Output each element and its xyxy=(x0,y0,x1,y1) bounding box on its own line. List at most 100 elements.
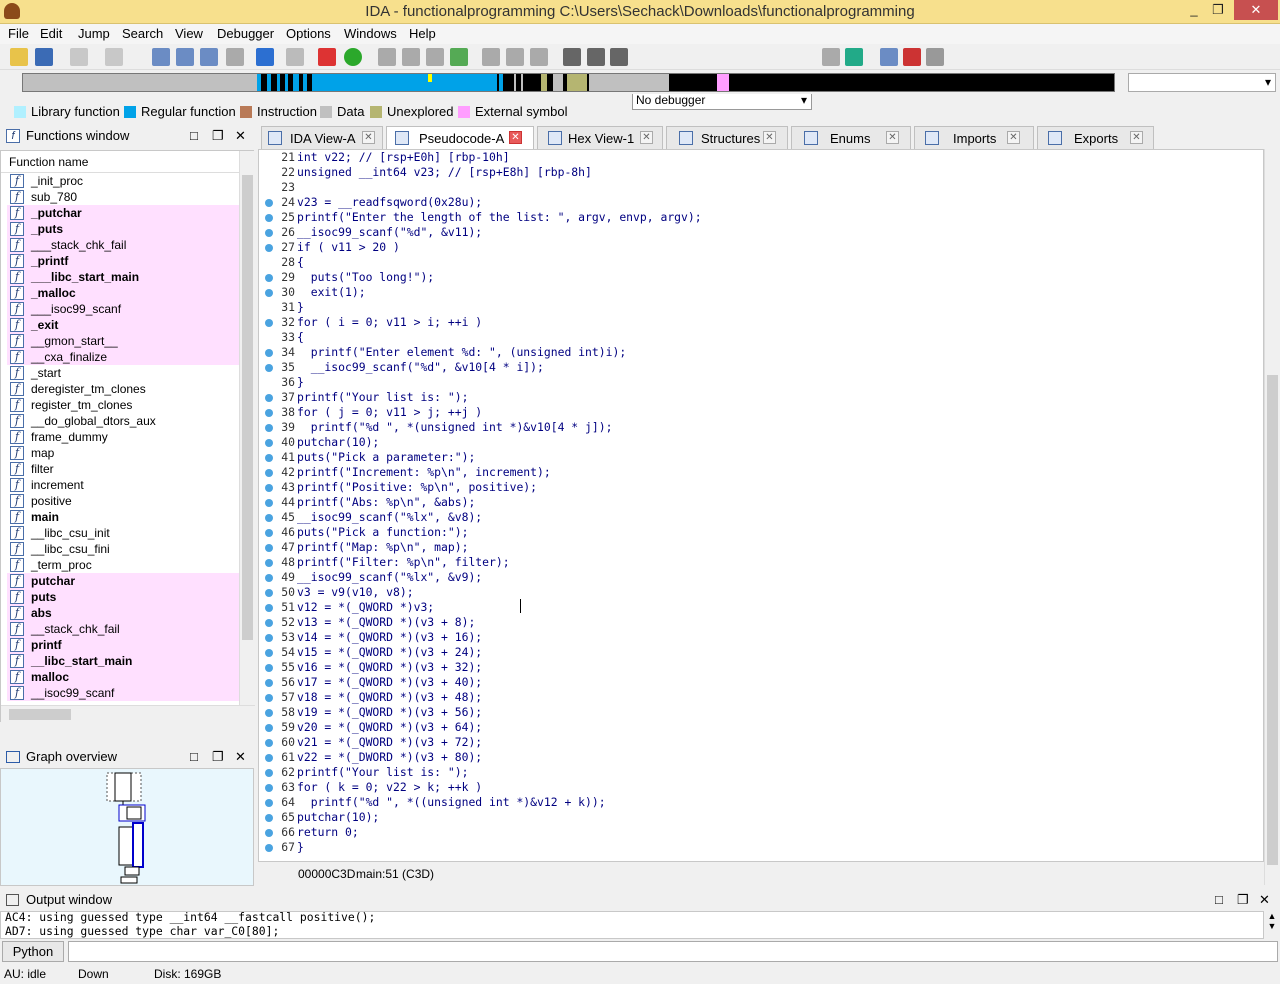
code-line[interactable]: 35 __isoc99_scanf("%d", &v10[4 * i]); xyxy=(259,360,1259,375)
code-line[interactable]: 50 v3 = v9(v10, v8); xyxy=(259,585,1259,600)
code-line[interactable]: 48 printf("Filter: %p\n", filter); xyxy=(259,555,1259,570)
float-icon[interactable]: □ xyxy=(190,746,198,768)
code-line[interactable]: 58 v19 = *(_QWORD *)(v3 + 56); xyxy=(259,705,1259,720)
add-icon[interactable] xyxy=(450,48,468,66)
breakpoint-dot-icon[interactable] xyxy=(265,409,273,417)
code-line[interactable]: 60 v21 = *(_QWORD *)(v3 + 72); xyxy=(259,735,1259,750)
function-row[interactable]: f frame_dummy xyxy=(7,429,239,445)
output-scroll[interactable]: ▲ ▼ xyxy=(1264,911,1280,939)
code-line[interactable]: 41 puts("Pick a parameter:"); xyxy=(259,450,1259,465)
breakpoint-dot-icon[interactable] xyxy=(265,784,273,792)
tab-enums[interactable]: Enums ✕ xyxy=(791,126,911,149)
code-line[interactable]: 47 printf("Map: %p\n", map); xyxy=(259,540,1259,555)
code-line[interactable]: 55 v16 = *(_QWORD *)(v3 + 32); xyxy=(259,660,1259,675)
code-line[interactable]: 28{ xyxy=(259,255,1259,270)
function-row[interactable]: f __libc_start_main xyxy=(7,653,239,669)
code-line[interactable]: 30 exit(1); xyxy=(259,285,1259,300)
function-row[interactable]: f ___stack_chk_fail xyxy=(7,237,239,253)
breakpoint-dot-icon[interactable] xyxy=(265,709,273,717)
code-line[interactable]: 24 v23 = __readfsqword(0x28u); xyxy=(259,195,1259,210)
breakpoint-dot-icon[interactable] xyxy=(265,589,273,597)
breakpoint-dot-icon[interactable] xyxy=(265,754,273,762)
breakpoint-dot-icon[interactable] xyxy=(265,484,273,492)
function-row[interactable]: f _init_proc xyxy=(7,173,239,189)
function-row[interactable]: f main xyxy=(7,509,239,525)
code-line[interactable]: 33{ xyxy=(259,330,1259,345)
code-line[interactable]: 49 __isoc99_scanf("%lx", &v9); xyxy=(259,570,1259,585)
function-row[interactable]: f ___libc_start_main xyxy=(7,269,239,285)
function-row[interactable]: f printf xyxy=(7,637,239,653)
breakpoint-dot-icon[interactable] xyxy=(265,529,273,537)
function-row[interactable]: f _puts xyxy=(7,221,239,237)
breakpoint-dot-icon[interactable] xyxy=(265,664,273,672)
code-line[interactable]: 21 int v22; // [rsp+E0h] [rbp-10h] xyxy=(259,150,1259,165)
segment-select[interactable]: ▾ xyxy=(1128,73,1276,92)
code-line[interactable]: 63 for ( k = 0; v22 > k; ++k ) xyxy=(259,780,1259,795)
breakpoint-dot-icon[interactable] xyxy=(265,769,273,777)
breakpoint-dot-icon[interactable] xyxy=(265,814,273,822)
tools-icon[interactable] xyxy=(926,48,944,66)
code-line[interactable]: 29 puts("Too long!"); xyxy=(259,270,1259,285)
breakpoint-dot-icon[interactable] xyxy=(265,829,273,837)
stop-icon[interactable] xyxy=(610,48,628,66)
pseudocode-vscroll-thumb[interactable] xyxy=(1267,375,1278,865)
menu-file[interactable]: File xyxy=(8,26,29,41)
functions-hscroll-thumb[interactable] xyxy=(9,709,71,720)
tab-structures[interactable]: Structures ✕ xyxy=(666,126,788,149)
function-row[interactable]: f positive xyxy=(7,493,239,509)
code-line[interactable]: 44 printf("Abs: %p\n", &abs); xyxy=(259,495,1259,510)
breakpoint-dot-icon[interactable] xyxy=(265,274,273,282)
breakpoint-dot-icon[interactable] xyxy=(265,499,273,507)
attach-icon[interactable] xyxy=(822,48,840,66)
breakpoint-dot-icon[interactable] xyxy=(265,214,273,222)
code-line[interactable]: 45 __isoc99_scanf("%lx", &v8); xyxy=(259,510,1259,525)
function-row[interactable]: f __gmon_start__ xyxy=(7,333,239,349)
function-row[interactable]: f __stack_chk_fail xyxy=(7,621,239,637)
open-icon[interactable] xyxy=(10,48,28,66)
code-line[interactable]: 53 v14 = *(_QWORD *)(v3 + 16); xyxy=(259,630,1259,645)
struct-icon[interactable] xyxy=(426,48,444,66)
functions-hscroll[interactable] xyxy=(1,705,255,722)
function-row[interactable]: f _exit xyxy=(7,317,239,333)
python-button[interactable]: Python xyxy=(2,941,64,962)
function-row[interactable]: f malloc xyxy=(7,669,239,685)
code-line[interactable]: 25 printf("Enter the length of the list: … xyxy=(259,210,1259,225)
close-icon[interactable]: ✕ xyxy=(1259,892,1270,908)
breakpoint-dot-icon[interactable] xyxy=(265,364,273,372)
output-log[interactable]: AC4: using guessed type __int64 __fastca… xyxy=(0,911,1264,939)
code-line[interactable]: 27 if ( v11 > 20 ) xyxy=(259,240,1259,255)
breakpoint-dot-icon[interactable] xyxy=(265,574,273,582)
code-line[interactable]: 22 unsigned __int64 v23; // [rsp+E8h] [rb… xyxy=(259,165,1259,180)
rename-icon[interactable] xyxy=(506,48,524,66)
close-icon[interactable]: ✕ xyxy=(886,131,899,144)
close-icon[interactable]: ✕ xyxy=(235,125,246,147)
tab-imports[interactable]: Imports ✕ xyxy=(914,126,1034,149)
function-row[interactable]: f filter xyxy=(7,461,239,477)
breakpoint-dot-icon[interactable] xyxy=(265,844,273,852)
close-icon[interactable]: ✕ xyxy=(235,746,246,768)
restore-icon[interactable]: ❐ xyxy=(212,746,224,768)
function-row[interactable]: f sub_780 xyxy=(7,189,239,205)
pause-icon[interactable] xyxy=(587,48,605,66)
menu-options[interactable]: Options xyxy=(286,26,331,41)
menu-edit[interactable]: Edit xyxy=(40,26,62,41)
tab-pseudocode-a[interactable]: Pseudocode-A ✕ xyxy=(386,126,534,150)
code-line[interactable]: 36} xyxy=(259,375,1259,390)
play-icon[interactable] xyxy=(563,48,581,66)
navigation-band[interactable] xyxy=(22,73,1115,92)
breakpoint-dot-icon[interactable] xyxy=(265,199,273,207)
breakpoint-dot-icon[interactable] xyxy=(265,619,273,627)
function-row[interactable]: f __libc_csu_fini xyxy=(7,541,239,557)
function-row[interactable]: f __libc_csu_init xyxy=(7,525,239,541)
run-green-icon[interactable] xyxy=(344,48,362,66)
code-line[interactable]: 40 putchar(10); xyxy=(259,435,1259,450)
close-icon[interactable]: ✕ xyxy=(362,131,375,144)
code-line[interactable]: 42 printf("Increment: %p\n", increment); xyxy=(259,465,1259,480)
code-line[interactable]: 23 xyxy=(259,180,1259,195)
code-line[interactable]: 37 printf("Your list is: "); xyxy=(259,390,1259,405)
function-row[interactable]: f ___isoc99_scanf xyxy=(7,301,239,317)
tab-exports[interactable]: Exports ✕ xyxy=(1037,126,1154,149)
function-row[interactable]: f _printf xyxy=(7,253,239,269)
breakpoint-dot-icon[interactable] xyxy=(265,559,273,567)
breakpoint-dot-icon[interactable] xyxy=(265,739,273,747)
